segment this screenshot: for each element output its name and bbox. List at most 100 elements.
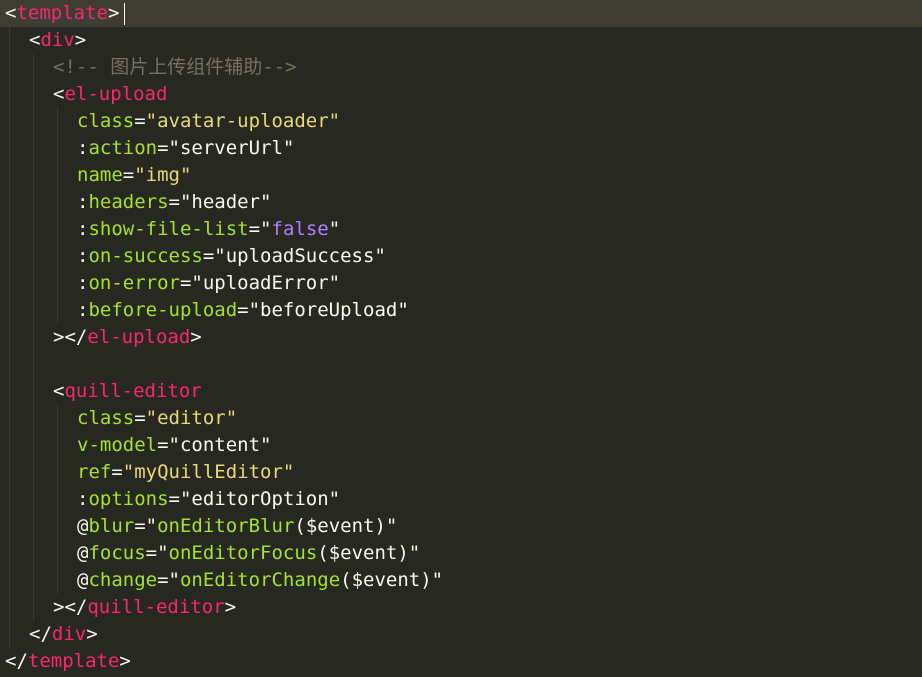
code-token: </ bbox=[5, 650, 28, 672]
code-line[interactable]: :on-success="uploadSuccess" bbox=[0, 243, 922, 270]
code-token: > bbox=[224, 596, 237, 618]
code-line[interactable]: :options="editorOption" bbox=[0, 486, 922, 513]
code-token: : bbox=[77, 488, 89, 510]
code-line-text: :headers="header" bbox=[77, 189, 271, 216]
code-line-text: :on-success="uploadSuccess" bbox=[77, 243, 386, 270]
code-token: onEditorFocus bbox=[168, 542, 318, 564]
indent-guide bbox=[57, 108, 58, 324]
code-token: : bbox=[77, 137, 89, 159]
code-token: </ bbox=[29, 623, 52, 645]
code-line-text: :show-file-list="false" bbox=[77, 216, 340, 243]
code-token: > bbox=[190, 326, 202, 348]
code-token: change bbox=[88, 569, 158, 591]
code-token: ="uploadSuccess" bbox=[202, 245, 386, 267]
code-token: on-error bbox=[88, 272, 180, 294]
code-line[interactable]: ></el-upload> bbox=[0, 324, 922, 351]
code-line[interactable]: <quill-editor bbox=[0, 378, 922, 405]
code-line[interactable]: @change="onEditorChange($event)" bbox=[0, 567, 922, 594]
code-token: "editor" bbox=[145, 407, 238, 429]
code-line[interactable]: :on-error="uploadError" bbox=[0, 270, 922, 297]
code-line[interactable]: @focus="onEditorFocus($event)" bbox=[0, 540, 922, 567]
code-token: ="beforeUpload" bbox=[237, 299, 409, 321]
code-line[interactable]: <!-- 图片上传组件辅助--> bbox=[0, 54, 922, 81]
code-line[interactable]: <el-upload bbox=[0, 81, 922, 108]
code-line[interactable]: ></quill-editor> bbox=[0, 594, 922, 621]
code-token: headers bbox=[88, 191, 169, 213]
code-token: = bbox=[122, 164, 135, 186]
code-token: ="content" bbox=[157, 434, 272, 456]
code-token: blur bbox=[88, 515, 135, 537]
code-token: < bbox=[5, 2, 17, 24]
code-token: false bbox=[271, 218, 329, 240]
code-line[interactable]: </div> bbox=[0, 621, 922, 648]
code-token: focus bbox=[88, 542, 146, 564]
code-line-text: <div> bbox=[29, 27, 86, 54]
code-line-text: name="img" bbox=[77, 162, 191, 189]
code-token: <!-- 图片上传组件辅助--> bbox=[53, 56, 297, 78]
code-token: =" bbox=[157, 569, 180, 591]
code-line[interactable]: class="editor" bbox=[0, 405, 922, 432]
code-line-text: @change="onEditorChange($event)" bbox=[77, 567, 443, 594]
code-line-text: class="avatar-uploader" bbox=[77, 108, 340, 135]
code-line[interactable]: v-model="content" bbox=[0, 432, 922, 459]
code-line[interactable]: <template> bbox=[0, 0, 922, 27]
code-line[interactable]: <div> bbox=[0, 27, 922, 54]
code-token: "img" bbox=[134, 164, 192, 186]
code-token: > bbox=[86, 623, 98, 645]
code-token: ref bbox=[77, 461, 112, 483]
code-line-text: :action="serverUrl" bbox=[77, 135, 294, 162]
code-token: > bbox=[107, 2, 120, 24]
code-token: =" bbox=[248, 218, 272, 240]
code-line[interactable]: name="img" bbox=[0, 162, 922, 189]
code-line[interactable]: :action="serverUrl" bbox=[0, 135, 922, 162]
code-token: onEditorBlur bbox=[157, 515, 295, 537]
code-line[interactable]: </template> bbox=[0, 648, 922, 675]
code-line[interactable]: :show-file-list="false" bbox=[0, 216, 922, 243]
code-token: > bbox=[119, 650, 131, 672]
code-token: ></ bbox=[53, 326, 88, 348]
code-token: > bbox=[74, 29, 87, 51]
code-line-text: ></quill-editor> bbox=[53, 594, 236, 621]
code-line-text: class="editor" bbox=[77, 405, 237, 432]
code-token: ($event)" bbox=[340, 569, 444, 591]
code-token: : bbox=[77, 191, 89, 213]
code-line-text: <el-upload bbox=[53, 81, 167, 108]
code-line-text: ref="myQuillEditor" bbox=[77, 459, 294, 486]
code-token: div bbox=[51, 623, 87, 645]
code-line[interactable]: ref="myQuillEditor" bbox=[0, 459, 922, 486]
code-line[interactable]: class="avatar-uploader" bbox=[0, 108, 922, 135]
code-line[interactable] bbox=[0, 351, 922, 378]
code-token: @ bbox=[77, 542, 89, 564]
code-token: ($event)" bbox=[317, 542, 421, 564]
code-token: quill-editor bbox=[64, 380, 202, 402]
code-line[interactable]: @blur="onEditorBlur($event)" bbox=[0, 513, 922, 540]
code-token: on-success bbox=[88, 245, 203, 267]
code-token: : bbox=[77, 299, 89, 321]
code-token: ="uploadError" bbox=[179, 272, 341, 294]
code-token: template bbox=[16, 2, 108, 24]
code-token: < bbox=[53, 380, 65, 402]
code-line-text: :options="editorOption" bbox=[77, 486, 340, 513]
code-token: = bbox=[134, 407, 146, 429]
code-token: div bbox=[40, 29, 75, 51]
code-token: options bbox=[88, 488, 169, 510]
code-line[interactable]: :before-upload="beforeUpload" bbox=[0, 297, 922, 324]
code-line-text: <!-- 图片上传组件辅助--> bbox=[53, 54, 297, 81]
code-editor[interactable]: <template> <div> <!-- 图片上传组件辅助--> <el-uploa… bbox=[0, 0, 922, 677]
code-line-text: </div> bbox=[29, 621, 98, 648]
code-token: class bbox=[77, 407, 135, 429]
code-line-text: @blur="onEditorBlur($event)" bbox=[77, 513, 397, 540]
code-token: name bbox=[77, 164, 123, 186]
code-token: ></ bbox=[53, 596, 88, 618]
code-line-text: :on-error="uploadError" bbox=[77, 270, 340, 297]
code-token: ="header" bbox=[168, 191, 272, 213]
code-line-text: <template> bbox=[5, 0, 119, 27]
code-token: action bbox=[88, 137, 158, 159]
code-token: "avatar-uploader" bbox=[145, 110, 341, 132]
code-line-text: :before-upload="beforeUpload" bbox=[77, 297, 409, 324]
indent-guide bbox=[9, 27, 10, 648]
code-token: " bbox=[328, 218, 341, 240]
code-line[interactable]: :headers="header" bbox=[0, 189, 922, 216]
code-token: before-upload bbox=[88, 299, 238, 321]
code-token: quill-editor bbox=[87, 596, 225, 618]
